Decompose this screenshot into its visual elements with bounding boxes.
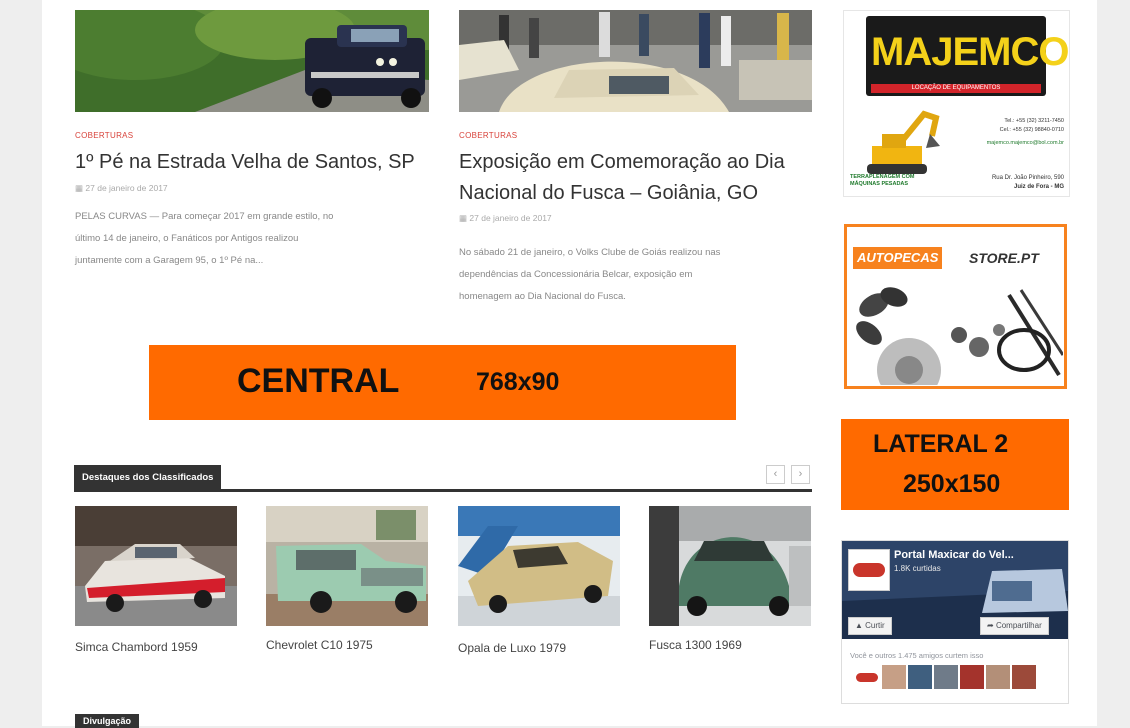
chevron-left-icon: ‹ <box>773 468 778 480</box>
facebook-like-button[interactable]: ▲ Curtir <box>848 617 892 635</box>
post-excerpt-line: dependências da Concessionária Belcar, e… <box>459 269 693 280</box>
post-excerpt-line: PELAS CURVAS — Para começar 2017 em gran… <box>75 211 334 222</box>
facebook-friend-avatars <box>854 665 1036 689</box>
central-ad-banner[interactable]: CENTRAL 768x90 <box>149 345 736 420</box>
post-title-line[interactable]: Nacional do Fusca – Goiânia, GO <box>459 178 785 209</box>
post-image-estrada-santos-art <box>75 10 429 112</box>
post-date: ▦ 27 de janeiro de 2017 <box>459 213 552 224</box>
post-excerpt-line: homenagem ao Dia Nacional do Fusca. <box>459 291 626 302</box>
friend-avatar <box>854 665 880 689</box>
facebook-friends-text: Você e outros 1.475 amigos curtem isso <box>850 651 984 660</box>
central-banner-size: 768x90 <box>476 368 560 396</box>
lateral-banner-label: LATERAL 2 <box>873 430 1009 458</box>
autopecas-logo-right: STORE.PT <box>969 250 1039 266</box>
friend-avatar <box>960 665 984 689</box>
carousel-next-button[interactable]: › <box>791 465 810 484</box>
majemco-logo: MAJEMCO LOCAÇÃO DE EQUIPAMENTOS <box>866 16 1069 96</box>
autopecas-logo-left: AUTOPECAS <box>853 247 943 269</box>
friend-avatar <box>934 665 958 689</box>
majemco-contacts: Tel.: +55 (32) 3211-7450 Cel.: +55 (32) … <box>948 117 1064 148</box>
majemco-phone2: Cel.: +55 (32) 98840-0710 <box>999 127 1064 133</box>
post-excerpt: PELAS CURVAS — Para começar 2017 em gran… <box>75 206 333 272</box>
carousel-prev-button[interactable]: ‹ <box>766 465 785 484</box>
majemco-email: majemco.majemco@bol.com.br <box>986 140 1064 146</box>
post-image-fusca-goiania-art <box>459 10 812 112</box>
classified-thumb-fusca-art <box>649 506 811 626</box>
majemco-tagline: LOCAÇÃO DE EQUIPAMENTOS <box>871 84 1041 93</box>
friend-avatar <box>882 665 906 689</box>
classified-caption[interactable]: Fusca 1300 1969 <box>649 638 742 652</box>
post-date: ▦ 27 de janeiro de 2017 <box>75 183 168 194</box>
excavator-icon <box>867 110 940 174</box>
majemco-address-block: Rua Dr. João Pinheiro, 590 Juiz de Fora … <box>948 174 1064 192</box>
lateral-banner-size: 250x150 <box>903 470 1001 498</box>
post-excerpt-line: No sábado 21 de janeiro, o Volks Clube d… <box>459 247 721 258</box>
chevron-right-icon: › <box>798 468 803 480</box>
facebook-page-likes: 1.8K curtidas <box>894 564 941 573</box>
thumbs-up-icon: ▲ <box>855 621 866 630</box>
classifieds-heading: Destaques dos Classificados <box>74 465 222 490</box>
central-banner-label: CENTRAL <box>237 362 400 400</box>
classified-caption[interactable]: Simca Chambord 1959 <box>75 640 198 654</box>
friend-avatar <box>1012 665 1036 689</box>
calendar-icon: ▦ <box>459 213 470 223</box>
post-category[interactable]: COBERTURAS <box>459 131 517 140</box>
majemco-logo-text: MAJEMCO <box>871 30 1069 74</box>
post-excerpt-line: último 14 de janeiro, o Fanáticos por An… <box>75 233 299 244</box>
post-category[interactable]: COBERTURAS <box>75 131 133 140</box>
friend-avatar <box>986 665 1010 689</box>
post-image-fusca-goiania[interactable] <box>459 10 812 112</box>
car-parts-icon <box>856 287 1063 385</box>
classified-thumb-simca[interactable] <box>75 506 237 626</box>
friend-avatar <box>908 665 932 689</box>
facebook-page-widget[interactable]: Portal Maxicar do Vel... 1.8K curtidas ▲… <box>841 540 1069 704</box>
autopecas-ad[interactable]: AUTOPECAS STORE.PT <box>844 224 1067 389</box>
majemco-ad[interactable]: MAJEMCO LOCAÇÃO DE EQUIPAMENTOS TERRAPLE… <box>843 10 1070 197</box>
classified-caption[interactable]: Opala de Luxo 1979 <box>458 641 566 655</box>
facebook-like-label: Curtir <box>865 621 885 630</box>
classified-thumb-simca-art <box>75 506 237 626</box>
classified-thumb-opala-art <box>458 506 620 626</box>
facebook-share-button[interactable]: ➦ Compartilhar <box>980 617 1049 635</box>
classified-thumb-fusca[interactable] <box>649 506 811 626</box>
share-icon: ➦ <box>987 621 996 630</box>
majemco-address: Rua Dr. João Pinheiro, 590 <box>991 175 1064 181</box>
classified-thumb-c10-art <box>266 506 428 626</box>
post-date-text: 27 de janeiro de 2017 <box>85 183 168 193</box>
majemco-service: TERRAPLENAGEM COM MÁQUINAS PESADAS <box>850 174 915 187</box>
classified-caption[interactable]: Chevrolet C10 1975 <box>266 638 373 652</box>
post-image-estrada-santos[interactable] <box>75 10 429 112</box>
majemco-city: Juiz de Fora - MG <box>1013 184 1064 190</box>
calendar-icon: ▦ <box>75 183 86 193</box>
lateral-ad-banner[interactable]: LATERAL 2 250x150 <box>841 419 1069 510</box>
classified-thumb-opala[interactable] <box>458 506 620 626</box>
classified-thumb-c10[interactable] <box>266 506 428 626</box>
facebook-page-name[interactable]: Portal Maxicar do Vel... <box>894 549 1014 561</box>
post-title-line[interactable]: Exposição em Comemoração ao Dia <box>459 147 785 178</box>
post-title[interactable]: 1º Pé na Estrada Velha de Santos, SP <box>75 147 415 178</box>
facebook-page-avatar <box>848 549 890 591</box>
majemco-phone1: Tel.: +55 (32) 3211-7450 <box>1004 118 1064 124</box>
post-title[interactable]: Exposição em Comemoração ao Dia Nacional… <box>459 147 785 209</box>
facebook-share-label: Compartilhar <box>995 621 1042 630</box>
post-excerpt-line: juntamente com a Garagem 95, o 1º Pé na.… <box>75 255 264 266</box>
post-excerpt: No sábado 21 de janeiro, o Volks Clube d… <box>459 242 720 308</box>
post-date-text: 27 de janeiro de 2017 <box>469 213 552 223</box>
